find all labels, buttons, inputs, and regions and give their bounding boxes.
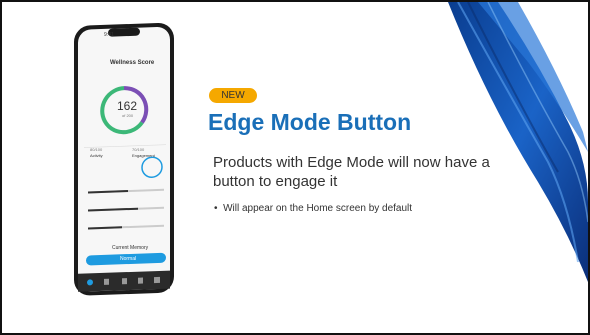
blue-ribbon-graphic (448, 2, 588, 282)
new-badge: NEW (209, 88, 257, 103)
score-value: 162 (117, 99, 138, 113)
score-total: of 200 (122, 113, 134, 118)
memory-label: Current Memory (112, 245, 149, 251)
metric2-value: 70/100 (132, 147, 145, 152)
bullet-text: Will appear on the Home screen by defaul… (223, 203, 413, 214)
phone-status-time: 9:41 (104, 32, 114, 38)
chart-icon[interactable] (122, 278, 127, 285)
phone-header: Wellness Score (110, 60, 155, 66)
memory-value[interactable]: Normal (120, 256, 136, 262)
slide: 9:41 Wellness Score 162 of 200 80/100 Ac… (0, 0, 590, 335)
hearing-icon[interactable] (104, 278, 109, 285)
slide-title: Edge Mode Button (208, 109, 412, 135)
metric2-label: Engagement (132, 153, 155, 158)
device-icon[interactable] (138, 277, 143, 284)
menu-icon[interactable] (154, 276, 160, 284)
metric1-value: 80/100 (90, 147, 103, 152)
bullet-item: • Will appear on the Home screen by defa… (214, 203, 412, 214)
bullet-dot: • (214, 203, 224, 214)
slide-subtitle: Products with Edge Mode will now have a … (213, 154, 490, 190)
metric1-label: Activity (90, 153, 103, 158)
